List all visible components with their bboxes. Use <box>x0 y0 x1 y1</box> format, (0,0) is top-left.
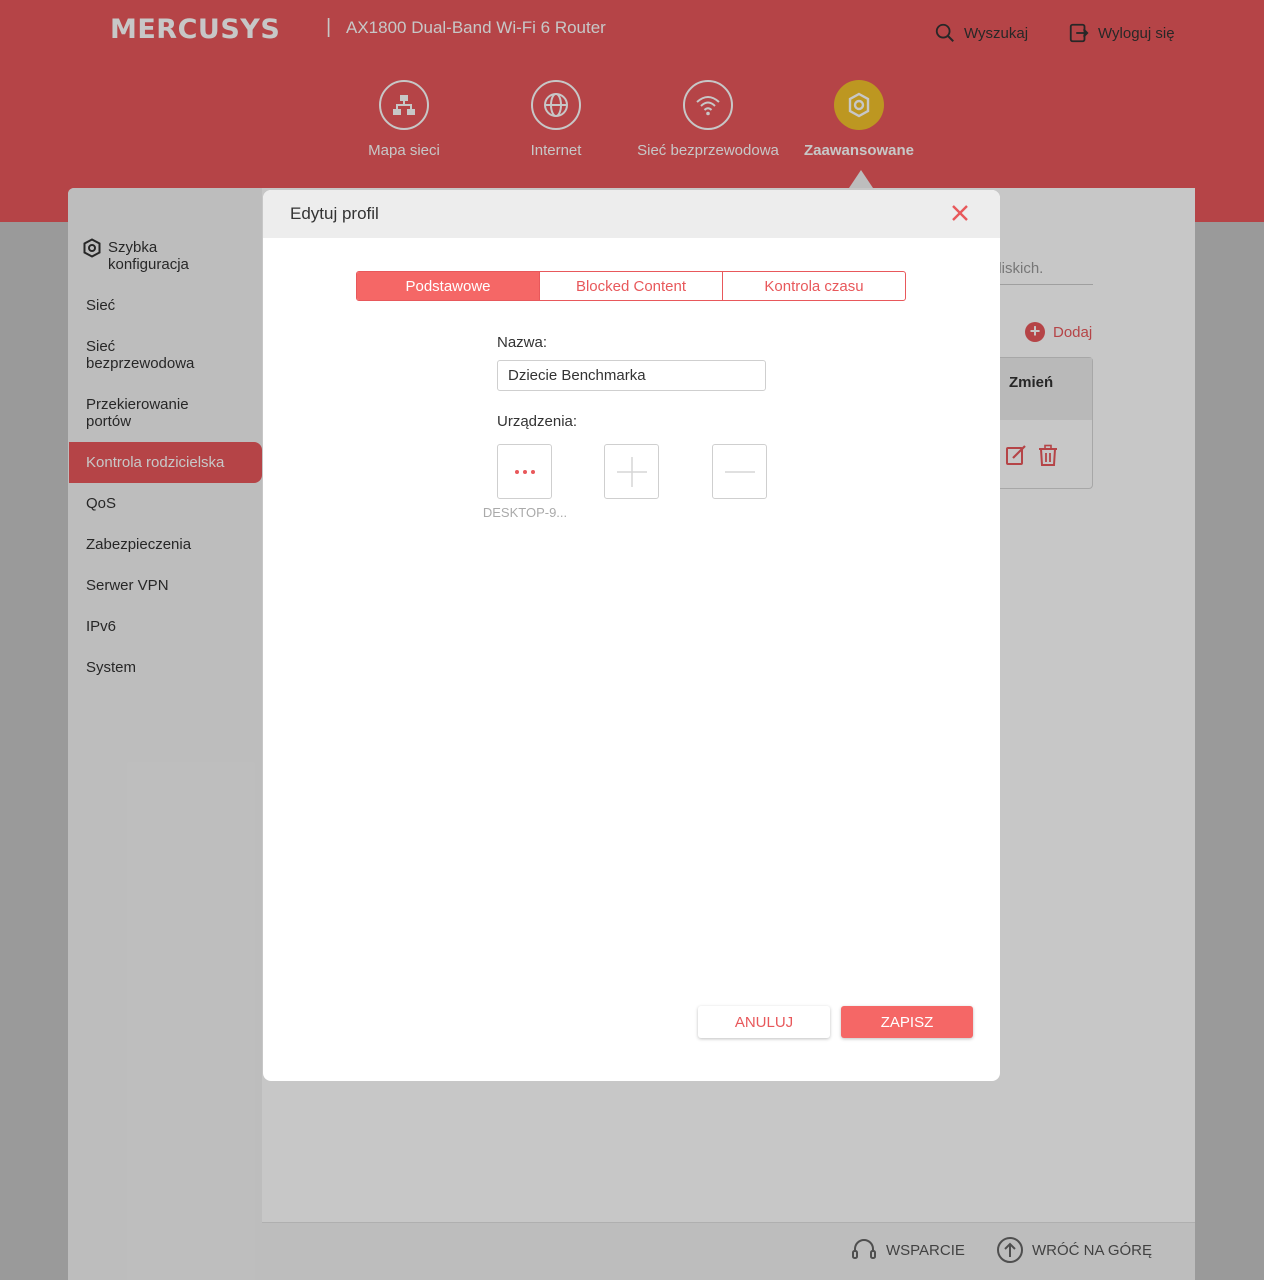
name-label: Nazwa: <box>497 334 548 351</box>
tab-blocked-content[interactable]: Blocked Content <box>539 272 722 300</box>
minus-icon <box>724 470 755 473</box>
devices-label: Urządzenia: <box>497 413 578 430</box>
add-device-button[interactable] <box>604 444 659 499</box>
tab-basic[interactable]: Podstawowe <box>357 272 539 300</box>
dialog-title: Edytuj profil <box>290 204 379 223</box>
profile-tabs: Podstawowe Blocked Content Kontrola czas… <box>356 271 906 301</box>
close-icon[interactable] <box>950 203 970 223</box>
save-button[interactable]: ZAPISZ <box>841 1006 973 1038</box>
device-name: DESKTOP-9... <box>482 505 568 520</box>
dialog-header: Edytuj profil <box>263 190 1000 238</box>
cancel-button[interactable]: ANULUJ <box>698 1006 830 1038</box>
more-icon <box>514 469 535 474</box>
tab-time-control[interactable]: Kontrola czasu <box>722 272 905 300</box>
profile-name-input[interactable] <box>497 360 766 391</box>
remove-device-button[interactable] <box>712 444 767 499</box>
edit-profile-dialog: Edytuj profil Podstawowe Blocked Content… <box>263 190 1000 1081</box>
device-item[interactable] <box>497 444 552 499</box>
plus-icon <box>616 456 647 487</box>
